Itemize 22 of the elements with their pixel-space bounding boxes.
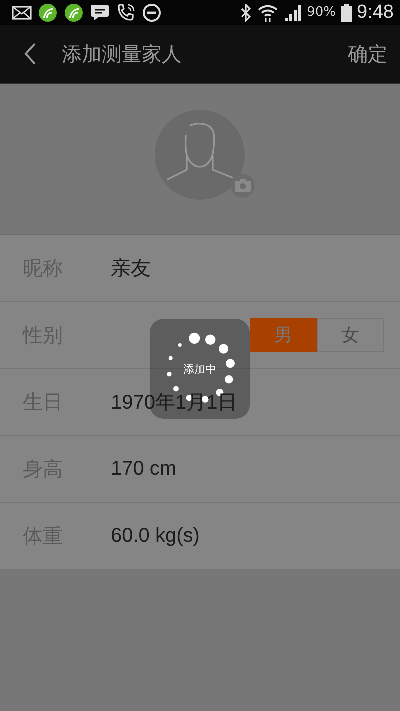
phone-icon [116, 2, 136, 22]
clock-time: 9:48 [357, 2, 394, 24]
battery-percent: 90% [307, 5, 336, 20]
app-icon [38, 2, 58, 22]
back-icon[interactable] [24, 43, 36, 65]
field-value[interactable]: 1970年1月1日 [111, 388, 238, 416]
battery-icon [341, 4, 352, 22]
bluetooth-icon [240, 4, 252, 22]
camera-icon[interactable] [231, 174, 255, 198]
blocked-icon [142, 2, 162, 22]
field-value[interactable]: 60.0 kg(s) [111, 524, 200, 548]
field-value[interactable]: 亲友 [111, 254, 151, 282]
confirm-button[interactable]: 确定 [348, 40, 388, 68]
field-value[interactable]: 170 cm [111, 458, 177, 480]
app-icon [64, 2, 84, 22]
loading-label: 添加中 [184, 362, 216, 376]
chat-icon [90, 4, 110, 22]
mail-icon [12, 6, 32, 20]
wifi-icon [257, 2, 280, 22]
gender-option[interactable]: 女 [317, 318, 384, 352]
signal-icon [284, 4, 302, 22]
screen-title: 添加测量家人 [62, 40, 183, 68]
